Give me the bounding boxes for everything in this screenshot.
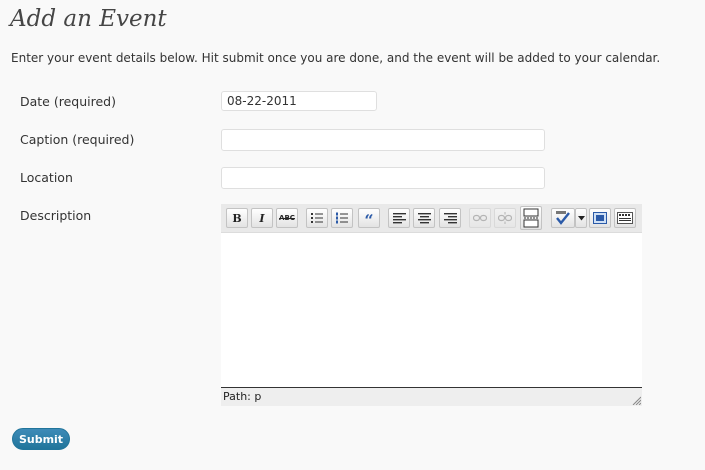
resize-handle-icon[interactable]: [632, 396, 641, 405]
bold-button[interactable]: B: [226, 208, 248, 228]
strikethrough-icon: ABC: [279, 214, 295, 222]
numbered-list-button[interactable]: [331, 208, 353, 228]
align-center-icon: [417, 212, 431, 223]
blockquote-icon: “: [364, 211, 374, 230]
element-path: Path: p: [223, 390, 262, 403]
location-label: Location: [20, 170, 73, 185]
kitchen-sink-button[interactable]: [614, 208, 636, 228]
italic-icon: I: [259, 211, 265, 225]
page-title: Add an Event: [10, 6, 167, 32]
description-editor: B I ABC “ Path: p: [221, 204, 642, 406]
unlink-icon: [498, 212, 512, 224]
bullet-list-icon: [311, 213, 323, 223]
submit-button[interactable]: Submit: [12, 428, 70, 450]
strikethrough-button[interactable]: ABC: [276, 208, 298, 228]
location-input[interactable]: [221, 167, 545, 189]
spellcheck-options-button[interactable]: [575, 208, 587, 228]
date-input[interactable]: [221, 91, 377, 111]
spellcheck-button[interactable]: [551, 208, 575, 228]
editor-status-bar: Path: p: [221, 388, 642, 406]
bullet-list-button[interactable]: [306, 208, 328, 228]
fullscreen-icon: [593, 212, 607, 224]
insert-more-button[interactable]: [520, 206, 542, 230]
kitchen-sink-icon: [617, 212, 633, 224]
align-right-icon: [443, 212, 457, 223]
spellcheck-icon: [556, 211, 570, 225]
insert-link-button[interactable]: [469, 208, 491, 228]
description-content-area[interactable]: [221, 233, 642, 388]
numbered-list-icon: [336, 212, 348, 224]
chevron-down-icon: [577, 215, 585, 220]
intro-text: Enter your event details below. Hit subm…: [11, 51, 661, 65]
date-label: Date (required): [20, 94, 116, 109]
caption-input[interactable]: [221, 129, 545, 151]
italic-button[interactable]: I: [251, 208, 273, 228]
align-left-icon: [392, 212, 406, 223]
align-left-button[interactable]: [388, 208, 410, 228]
bold-icon: B: [232, 211, 242, 225]
link-icon: [473, 214, 487, 222]
align-center-button[interactable]: [413, 208, 435, 228]
caption-label: Caption (required): [20, 132, 135, 147]
description-label: Description: [20, 208, 92, 223]
fullscreen-button[interactable]: [589, 208, 611, 228]
align-right-button[interactable]: [439, 208, 461, 228]
blockquote-button[interactable]: “: [358, 208, 380, 230]
remove-link-button[interactable]: [494, 208, 516, 228]
more-tag-icon: [523, 208, 539, 228]
editor-toolbar: B I ABC “: [221, 204, 642, 233]
